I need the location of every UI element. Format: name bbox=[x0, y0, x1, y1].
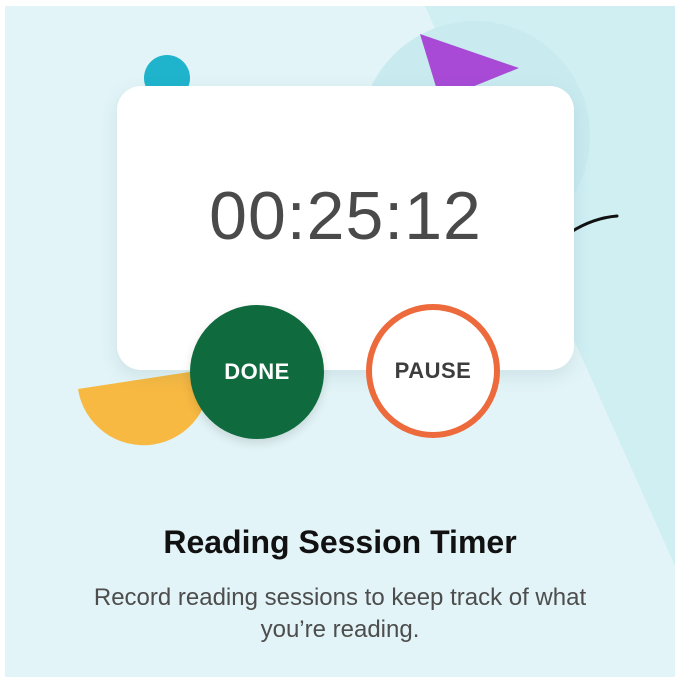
page-title: Reading Session Timer bbox=[163, 524, 517, 560]
onboarding-panel bbox=[5, 6, 675, 677]
page-subtitle: Record reading sessions to keep track of… bbox=[93, 584, 587, 643]
pause-button[interactable]: PAUSE bbox=[366, 304, 500, 438]
timer-display: 00:25:12 bbox=[209, 178, 482, 254]
done-button[interactable]: DONE bbox=[190, 305, 324, 439]
